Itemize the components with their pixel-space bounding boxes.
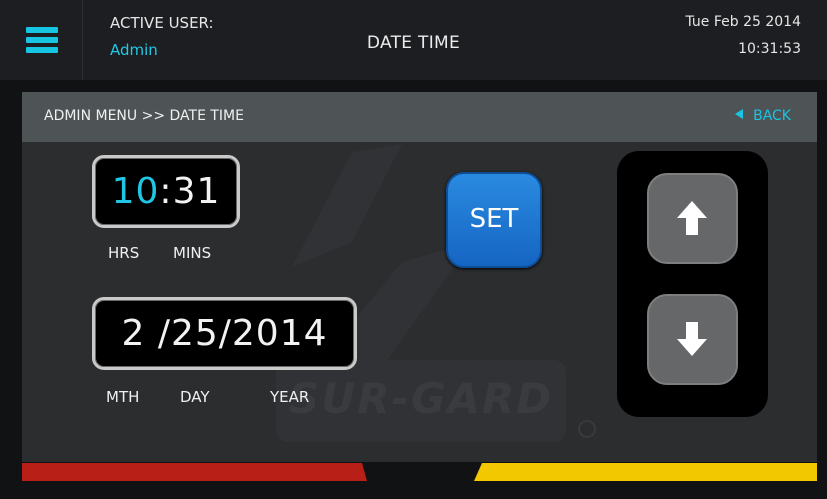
current-date: Tue Feb 25 2014 <box>685 14 802 30</box>
day-label: DAY <box>180 388 210 406</box>
red-status-stripe <box>22 463 367 481</box>
time-field[interactable]: 10:31 <box>92 155 240 228</box>
arrow-control-panel <box>617 151 768 417</box>
page-title: DATE TIME <box>366 33 461 53</box>
time-separator: : <box>159 171 173 212</box>
hrs-label: HRS <box>108 244 140 262</box>
date-field[interactable]: 2 /25/2014 <box>92 297 357 370</box>
up-arrow-icon <box>677 201 707 235</box>
increment-button[interactable] <box>647 173 738 264</box>
down-arrow-icon <box>677 322 707 356</box>
year-label: YEAR <box>270 388 310 406</box>
set-button[interactable]: SET <box>446 172 542 268</box>
day-value[interactable]: 25 <box>171 313 219 354</box>
registered-mark-icon <box>578 420 596 438</box>
watermark-text: SUR-GARD <box>288 374 554 423</box>
decrement-button[interactable] <box>647 294 738 385</box>
minutes-value[interactable]: 31 <box>173 171 221 212</box>
mth-label: MTH <box>106 388 140 406</box>
hours-value[interactable]: 10 <box>112 171 160 212</box>
month-value[interactable]: 2 <box>121 313 145 354</box>
mins-label: MINS <box>173 244 212 262</box>
active-user-label: ACTIVE USER: <box>110 14 214 32</box>
current-time: 10:31:53 <box>738 41 801 57</box>
year-value[interactable]: 2014 <box>232 313 328 354</box>
date-time-panel: ADMIN MENU >> DATE TIME BACK SUR-GARD 10… <box>22 92 817 462</box>
top-bar: ACTIVE USER: Admin DATE TIME Tue Feb 25 … <box>0 0 827 80</box>
watermark: SUR-GARD <box>276 360 566 442</box>
yellow-status-stripe <box>474 463 817 481</box>
